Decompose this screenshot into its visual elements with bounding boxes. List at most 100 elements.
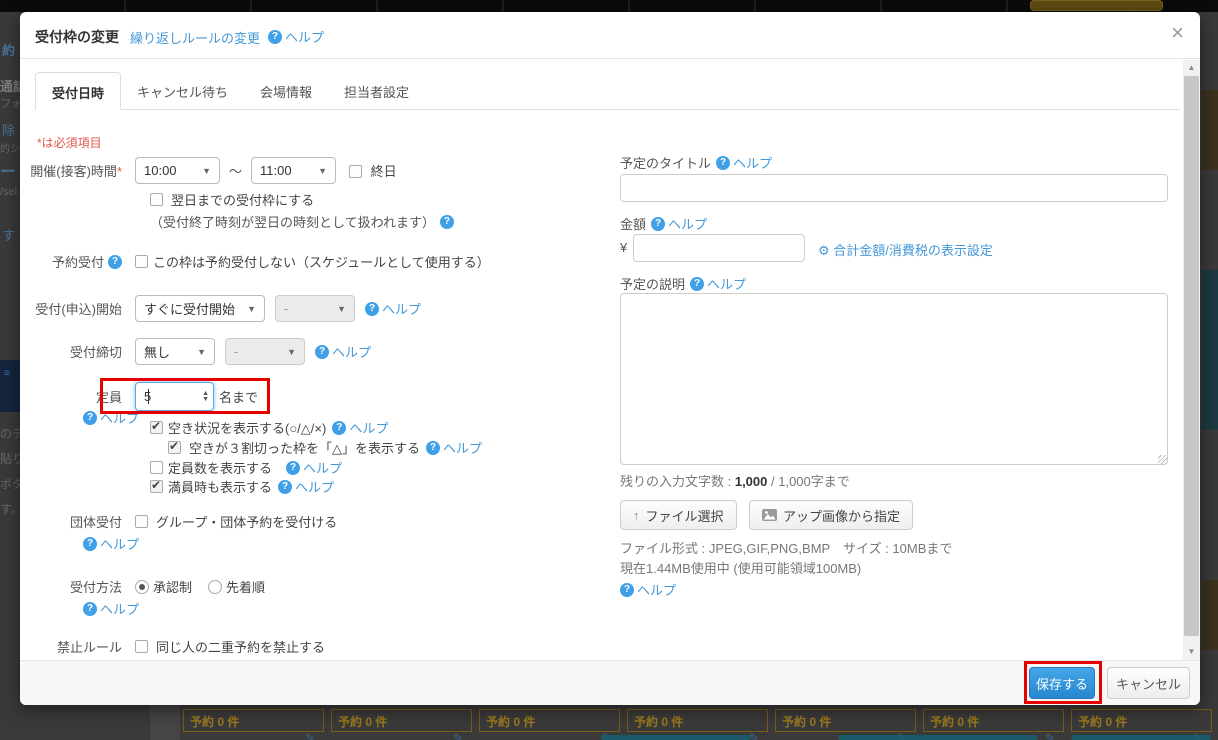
help-icon: ?	[286, 461, 300, 475]
dialog-scrollbar[interactable]: ▲ ▼	[1183, 60, 1200, 660]
background-blob	[1202, 580, 1218, 650]
chevron-down-icon: ▼	[202, 166, 211, 176]
tab-staff-settings[interactable]: 担当者設定	[328, 72, 425, 110]
tab-reception-datetime[interactable]: 受付日時	[35, 72, 121, 110]
amount-help-link[interactable]: ?ヘルプ	[651, 214, 707, 233]
resize-handle-icon[interactable]	[1158, 455, 1167, 464]
scrollbar-thumb[interactable]	[1184, 76, 1199, 636]
show-full-checkbox[interactable]	[150, 480, 163, 493]
chevron-down-icon: ▼	[247, 304, 256, 314]
background-blob	[1202, 90, 1218, 170]
tab-venue-info[interactable]: 会場情報	[244, 72, 328, 110]
deadline-help-link[interactable]: ? ヘルプ	[315, 342, 371, 361]
help-link[interactable]: ?ヘルプ	[426, 438, 482, 457]
title-help-link[interactable]: ?ヘルプ	[716, 153, 772, 172]
end-time-select[interactable]: 11:00▼	[251, 157, 336, 184]
amount-input[interactable]	[633, 234, 805, 262]
nextday-note: （受付終了時刻が翌日の時刻として扱われます）	[150, 212, 435, 231]
group-cb-label: グループ・団体予約を受付ける	[156, 512, 337, 531]
approval-radio[interactable]	[135, 580, 149, 594]
amount-label: 金額	[620, 214, 646, 233]
help-icon: ?	[365, 302, 379, 316]
cancel-button[interactable]: キャンセル	[1107, 667, 1190, 699]
image-select-button[interactable]: アップ画像から指定	[749, 500, 913, 530]
background-event-bar	[1071, 735, 1211, 740]
file-select-button[interactable]: ↑ ファイル選択	[620, 500, 737, 530]
tab-cancel-waitlist[interactable]: キャンセル待ち	[121, 72, 244, 110]
screen: 約 通話 フォ 除 的シ ー /sel す ≡ のデ 貼り ボタ す。 予約 0…	[0, 0, 1218, 740]
chevron-down-icon: ▼	[337, 304, 346, 314]
char-counter: 残りの入力文字数 : 1,000 / 1,000字まで	[620, 471, 850, 490]
background-booking-cell: 予約 0 件	[479, 709, 620, 732]
background-fragment: フォ	[0, 95, 22, 111]
help-icon[interactable]: ?	[108, 255, 122, 269]
help-link[interactable]: ?ヘルプ	[278, 477, 334, 496]
description-textarea[interactable]	[620, 293, 1168, 465]
start-mode-select[interactable]: すぐに受付開始▼	[135, 295, 265, 322]
tax-settings-link[interactable]: ⚙ 合計金額/消費税の表示設定	[818, 240, 993, 259]
allday-checkbox[interactable]	[349, 165, 362, 178]
background-event-bar	[601, 735, 751, 740]
reserve-label: 予約受付?	[20, 252, 135, 271]
highlight-box-save	[1024, 661, 1102, 704]
background-fragment: 除	[2, 120, 15, 139]
help-icon: ?	[83, 537, 97, 551]
show-capacity-checkbox[interactable]	[150, 461, 163, 474]
scroll-down-icon[interactable]: ▼	[1183, 644, 1200, 660]
required-note: *は必須項目	[37, 134, 102, 151]
dialog-footer	[20, 660, 1200, 705]
start-sub-select[interactable]: -▼	[275, 295, 355, 322]
show-capacity-label: 定員数を表示する	[168, 458, 272, 477]
help-icon: ?	[83, 602, 97, 616]
dialog-title: 受付枠の変更	[35, 27, 119, 47]
background-blob	[1202, 270, 1218, 430]
close-icon[interactable]: ×	[1171, 22, 1184, 44]
background-event-bar	[838, 735, 1038, 740]
edit-icon: ✎	[453, 731, 463, 740]
help-label: ヘルプ	[285, 27, 324, 46]
first-come-label: 先着順	[226, 577, 265, 596]
scroll-up-icon[interactable]: ▲	[1183, 60, 1200, 76]
background-fragment: す	[2, 225, 15, 244]
help-link[interactable]: ?ヘルプ	[332, 418, 388, 437]
group-checkbox[interactable]	[135, 515, 148, 528]
ban-label: 禁止ルール	[20, 637, 135, 656]
header-help-link[interactable]: ? ヘルプ	[268, 27, 324, 46]
image-help-link[interactable]: ?ヘルプ	[620, 580, 676, 599]
start-time-select[interactable]: 10:00▼	[135, 157, 220, 184]
ban-checkbox[interactable]	[135, 640, 148, 653]
deadline-sub-select[interactable]: -▼	[225, 338, 305, 365]
help-icon: ?	[620, 583, 634, 597]
help-icon: ?	[315, 345, 329, 359]
method-help-link[interactable]: ?ヘルプ	[83, 599, 139, 618]
start-label: 受付(申込)開始	[20, 299, 135, 318]
help-link[interactable]: ?ヘルプ	[286, 458, 342, 477]
repeat-rule-link[interactable]: 繰り返しルールの変更	[130, 28, 260, 47]
help-icon: ?	[690, 277, 704, 291]
start-help-link[interactable]: ? ヘルプ	[365, 299, 421, 318]
show-triangle-checkbox[interactable]	[168, 441, 181, 454]
description-help-link[interactable]: ?ヘルプ	[690, 274, 746, 293]
dialog-header: 受付枠の変更 繰り返しルールの変更 ? ヘルプ ×	[20, 12, 1200, 59]
nextday-checkbox[interactable]	[150, 193, 163, 206]
background-nav-block: ≡	[0, 360, 20, 412]
group-help-link[interactable]: ?ヘルプ	[83, 534, 139, 553]
show-availability-label: 空き状況を表示する(○/△/×)	[168, 418, 326, 437]
show-availability-checkbox[interactable]	[150, 421, 163, 434]
first-come-radio[interactable]	[208, 580, 222, 594]
deadline-select[interactable]: 無し▼	[135, 338, 215, 365]
background-booking-cell: 予約 0 件	[183, 709, 324, 732]
no-reserve-checkbox[interactable]	[135, 255, 148, 268]
allday-checkbox-row[interactable]: 終日	[349, 161, 397, 180]
title-input[interactable]	[620, 174, 1168, 202]
approval-label: 承認制	[153, 577, 192, 596]
time-label: 開催(接客)時間*	[20, 161, 135, 180]
method-label: 受付方法	[20, 577, 135, 596]
deadline-label: 受付締切	[20, 342, 135, 361]
help-icon[interactable]: ?	[440, 215, 454, 229]
image-icon	[762, 509, 777, 521]
description-label: 予定の説明	[620, 274, 685, 293]
group-label: 団体受付	[20, 512, 135, 531]
background-booking-cell: 予約 0 件	[923, 709, 1064, 732]
highlight-box-capacity	[100, 378, 270, 414]
